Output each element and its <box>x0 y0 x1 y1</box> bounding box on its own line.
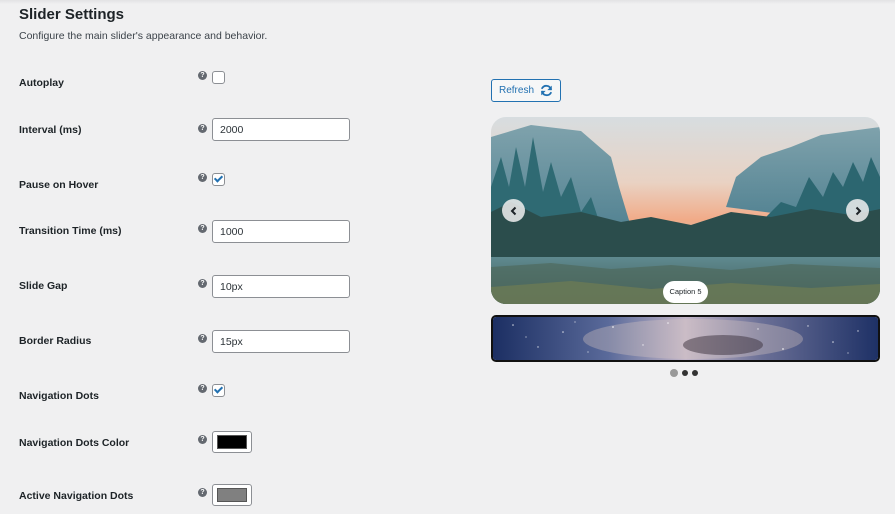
help-icon[interactable]: ? <box>198 279 207 288</box>
help-icon[interactable]: ? <box>198 488 207 497</box>
autoplay-label: Autoplay <box>19 77 64 89</box>
chevron-left-icon <box>510 206 516 215</box>
pause-on-hover-label: Pause on Hover <box>19 179 99 191</box>
interval-input[interactable] <box>212 118 350 141</box>
navigation-dots-label: Navigation Dots <box>19 390 99 402</box>
pause-on-hover-checkbox[interactable] <box>212 173 225 186</box>
nav-dot[interactable] <box>692 370 698 376</box>
help-icon[interactable]: ? <box>198 124 207 133</box>
active-navigation-dots-color-picker[interactable] <box>212 484 252 506</box>
page-title: Slider Settings <box>19 6 125 23</box>
page-subtitle: Configure the main slider's appearance a… <box>19 30 268 42</box>
transition-time-label: Transition Time (ms) <box>19 225 122 237</box>
color-swatch <box>217 488 247 502</box>
help-icon[interactable]: ? <box>198 435 207 444</box>
refresh-icon <box>540 84 553 97</box>
transition-time-input[interactable] <box>212 220 350 243</box>
checkmark-icon <box>213 173 224 183</box>
checkmark-icon <box>213 384 224 394</box>
landscape-image <box>491 117 880 304</box>
top-shadow <box>0 0 895 4</box>
active-navigation-dots-label: Active Navigation Dots <box>19 490 134 502</box>
active-nav-dot[interactable] <box>670 369 678 377</box>
help-icon[interactable]: ? <box>198 71 207 80</box>
main-slide-image: Caption 5 <box>491 117 880 304</box>
chevron-right-icon <box>855 206 861 215</box>
navigation-dots <box>670 369 698 377</box>
navigation-dots-color-picker[interactable] <box>212 431 252 453</box>
help-icon[interactable]: ? <box>198 173 207 182</box>
refresh-button[interactable]: Refresh <box>491 79 561 102</box>
slider-prev-button[interactable] <box>502 199 525 222</box>
galaxy-image <box>493 317 878 360</box>
slider-next-button[interactable] <box>846 199 869 222</box>
navigation-dots-color-label: Navigation Dots Color <box>19 437 130 449</box>
slide-caption: Caption 5 <box>663 281 708 303</box>
slide-gap-input[interactable] <box>212 275 350 298</box>
navigation-dots-checkbox[interactable] <box>212 384 225 397</box>
help-icon[interactable]: ? <box>198 384 207 393</box>
border-radius-label: Border Radius <box>19 335 92 347</box>
autoplay-checkbox[interactable] <box>212 71 225 84</box>
help-icon[interactable]: ? <box>198 224 207 233</box>
refresh-label: Refresh <box>498 85 534 96</box>
nav-dot[interactable] <box>682 370 688 376</box>
slide-gap-label: Slide Gap <box>19 280 68 292</box>
help-icon[interactable]: ? <box>198 334 207 343</box>
interval-label: Interval (ms) <box>19 124 82 136</box>
color-swatch <box>217 435 247 449</box>
next-slide-image <box>491 315 880 362</box>
border-radius-input[interactable] <box>212 330 350 353</box>
